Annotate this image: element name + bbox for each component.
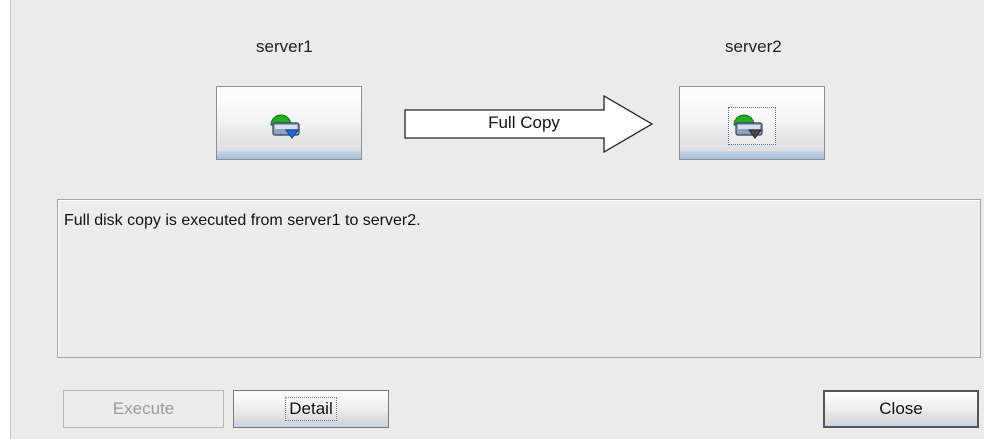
close-button-label: Close xyxy=(879,399,923,418)
source-server-label: server1 xyxy=(256,37,313,56)
button-accent-bar xyxy=(680,151,824,159)
message-panel: Full disk copy is executed from server1 … xyxy=(57,199,981,358)
operation-label: Full Copy xyxy=(488,113,560,132)
target-server-button[interactable] xyxy=(679,86,825,160)
disk-server-icon xyxy=(733,114,763,139)
close-button[interactable]: Close xyxy=(823,390,979,428)
source-server-button[interactable] xyxy=(216,86,362,160)
execute-button-label: Execute xyxy=(112,399,175,418)
detail-button[interactable]: Detail xyxy=(233,390,389,428)
full-copy-arrow: Full Copy xyxy=(404,94,664,154)
copy-dialog: server1 server2 Full Copy Full disk copy… xyxy=(10,0,984,439)
detail-button-label: Detail xyxy=(285,397,337,421)
message-text: Full disk copy is executed from server1 … xyxy=(64,212,421,229)
target-server-label: server2 xyxy=(725,37,782,56)
disk-server-icon xyxy=(270,114,300,139)
execute-button[interactable]: Execute xyxy=(63,390,224,428)
button-accent-bar xyxy=(217,151,361,159)
